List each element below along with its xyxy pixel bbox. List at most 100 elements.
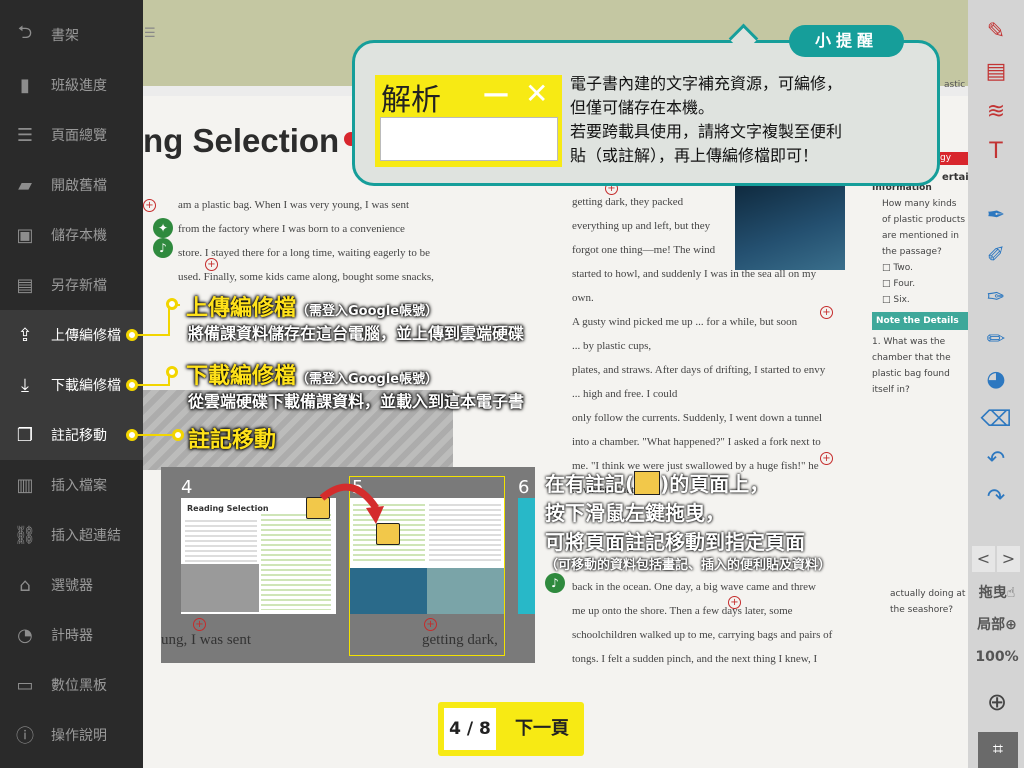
pen-icon[interactable]: ✒: [978, 200, 1014, 230]
note-icon[interactable]: ✎: [978, 16, 1014, 46]
thumb-bottom-text: ung, I was sent: [161, 632, 251, 648]
move-notes-callout: 註記移動: [188, 428, 277, 453]
sidebar-item-save-as[interactable]: ▤ 另存新檔: [0, 260, 143, 310]
eraser-icon[interactable]: ⌫: [978, 404, 1014, 434]
menu-toggle-icon[interactable]: ☰: [144, 26, 158, 42]
sidebar-item-page-overview[interactable]: ☰ 頁面總覽: [0, 110, 143, 160]
help-icon: ⓘ: [16, 726, 34, 747]
move-notes-description: 在有註記()的頁面上， 按下滑鼠左鍵拖曳， 可將頁面註記移動到指定頁面 （可移動…: [545, 471, 832, 573]
pager-count: 4 / 8: [444, 708, 496, 750]
download-callout: 下載編修檔（需登入Google帳號）: [186, 364, 439, 389]
side-questions: Information How many kinds of plastic pr…: [872, 180, 968, 398]
sidebar-item-save-local[interactable]: ▣ 儲存本機: [0, 210, 143, 260]
tip-text: 電子書內建的文字補充資源，可編修， 但僅可儲存在本機。 若要跨載具使用，請將文字複製…: [570, 74, 843, 165]
crop-icon[interactable]: ⌗: [978, 732, 1018, 768]
redo-icon[interactable]: ↷: [978, 482, 1014, 512]
undo-icon[interactable]: ↶: [978, 444, 1014, 474]
reading-icon[interactable]: ✦: [153, 218, 173, 238]
drag-arrow-icon: [319, 483, 384, 524]
insert-file-icon: ▥: [16, 474, 34, 496]
add-note-icon[interactable]: +: [205, 258, 218, 271]
side-question-3: actually doing at the seashore?: [890, 589, 966, 615]
zoom-in-icon[interactable]: ⊕: [980, 688, 1014, 718]
book-column-1: am a plastic bag. When I was very young,…: [178, 199, 434, 283]
thumb-bottom-text: getting dark,: [422, 632, 498, 648]
shape-pen-icon[interactable]: ✏: [978, 324, 1014, 354]
sidebar-item-class-progress[interactable]: ▮ 班級進度: [0, 60, 143, 110]
palette-icon[interactable]: ◕: [978, 364, 1014, 394]
local-zoom-button[interactable]: 局部⊕: [972, 612, 1022, 638]
book-heading: ng Selection: [143, 122, 340, 159]
add-note-icon: +: [424, 618, 437, 631]
download-description: 從雲端硬碟下載備課資料，並載入到這本電子書: [188, 392, 525, 411]
thumb-page-number: 6: [518, 477, 530, 498]
upload-description: 將備課資料儲存在這台電腦，並上傳到雲端硬碟: [188, 324, 525, 343]
sidebar-item-download[interactable]: ⤓ 下載編修檔: [0, 360, 143, 410]
sidebar-item-insert-link[interactable]: ⛓ 插入超連結: [0, 510, 143, 560]
timer-icon: ◔: [17, 624, 33, 646]
download-icon: ⤓: [21, 374, 29, 396]
zoom-icon: ⊕: [1005, 617, 1017, 633]
next-page-button[interactable]: >: [997, 546, 1020, 572]
audio-icon[interactable]: ♪: [545, 573, 565, 593]
note-title: 解析: [381, 83, 441, 118]
sidebar-item-move-notes[interactable]: ❐ 註記移動: [0, 410, 143, 460]
text-icon[interactable]: T: [978, 136, 1014, 166]
add-note-icon[interactable]: +: [143, 199, 156, 212]
thumb-page-6[interactable]: [518, 498, 535, 614]
note-textarea[interactable]: [380, 117, 558, 161]
connector-dot: [172, 429, 184, 441]
sidebar-item-blackboard[interactable]: ▭ 數位黑板: [0, 660, 143, 710]
prev-page-button[interactable]: <: [972, 546, 995, 572]
connector-dot: [166, 298, 178, 310]
add-note-icon[interactable]: +: [820, 452, 833, 465]
add-note-icon[interactable]: +: [728, 596, 741, 609]
upload-icon: ⇪: [17, 324, 33, 346]
sidebar-item-insert-file[interactable]: ▥ 插入檔案: [0, 460, 143, 510]
progress-icon: ▮: [20, 74, 30, 96]
save-icon: ▣: [16, 224, 34, 246]
sidebar-item-help[interactable]: ⓘ 操作說明: [0, 710, 143, 760]
sidebar-item-bookshelf[interactable]: ⮌ 書架: [0, 10, 143, 60]
connector-dot: [126, 429, 138, 441]
hand-icon: ☝: [1006, 585, 1016, 601]
move-notes-icon: ❐: [16, 424, 34, 446]
highlighter-icon[interactable]: ✑: [978, 282, 1014, 312]
drag-mode-button[interactable]: 拖曳☝: [972, 580, 1022, 606]
sidebar-item-timer[interactable]: ◔ 計時器: [0, 610, 143, 660]
blackboard-icon: ▭: [16, 674, 34, 696]
back-icon: ⮌: [17, 22, 33, 43]
sidebar-item-upload[interactable]: ⇪ 上傳編修檔: [0, 310, 143, 360]
tip-tab: 小提醒: [789, 25, 904, 57]
add-note-icon[interactable]: +: [820, 306, 833, 319]
picker-icon: ⌂: [19, 574, 31, 596]
jellyfish-image: [735, 175, 845, 270]
sidebar: ⮌ 書架 ▮ 班級進度 ☰ 頁面總覽 ▰ 開啟舊檔 ▣ 儲存本機 ▤ 另存新檔 ⇪ 上傳編修檔…: [0, 0, 143, 768]
close-icon[interactable]: ✕: [525, 77, 548, 110]
book-column-3: back in the ocean. One day, a big wave c…: [572, 581, 833, 665]
save-as-icon: ▤: [16, 274, 34, 296]
side-tab: gy: [940, 152, 968, 165]
sidebar-item-open-file[interactable]: ▰ 開啟舊檔: [0, 160, 143, 210]
upload-callout: 上傳編修檔（需登入Google帳號）: [186, 296, 439, 321]
connector-dot: [126, 329, 138, 341]
sticky-note-icon: [634, 471, 661, 495]
marker-icon[interactable]: ✐: [978, 240, 1014, 270]
folder-icon: ▰: [18, 174, 32, 196]
link-icon: ⛓: [13, 524, 37, 546]
chart-icon[interactable]: ≋: [978, 96, 1014, 126]
tutorial-pager: 4 / 8 下一頁: [438, 702, 584, 756]
minimize-icon[interactable]: —: [483, 79, 509, 109]
audio-icon[interactable]: ♪: [153, 238, 173, 258]
list-icon: ☰: [16, 124, 34, 146]
analysis-note-widget[interactable]: 解析 — ✕: [375, 75, 562, 167]
sidebar-item-picker[interactable]: ⌂ 選號器: [0, 560, 143, 610]
page-nav-arrows: < >: [972, 546, 1022, 574]
connector-dot: [126, 379, 138, 391]
comment-icon[interactable]: ▤: [978, 56, 1014, 86]
thumb-page-number: 4: [181, 477, 193, 498]
next-page-button[interactable]: 下一頁: [504, 708, 580, 750]
add-note-icon: +: [193, 618, 206, 631]
zoom-level[interactable]: 100%: [972, 644, 1022, 670]
connector-dot: [166, 366, 178, 378]
